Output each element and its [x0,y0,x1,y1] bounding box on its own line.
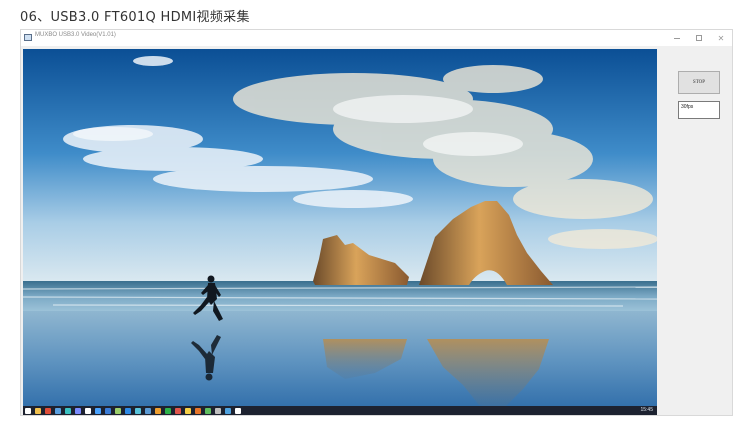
app-window: MUXBO USB3.0 Video(V1.01) ✕ 15:45 STOP 3… [20,29,733,416]
app-icon[interactable] [205,407,211,414]
minimize-button[interactable] [666,30,688,46]
app-icon[interactable] [135,407,141,414]
app-icon[interactable] [75,407,81,414]
app-icon[interactable] [145,407,151,414]
app-icon[interactable] [195,407,201,414]
app-icon[interactable] [85,407,91,414]
maximize-button[interactable] [688,30,710,46]
close-icon: ✕ [717,33,725,43]
app-icon[interactable] [125,407,131,414]
app-icon[interactable] [95,407,101,414]
app-icon[interactable] [235,407,241,414]
minimize-icon [674,37,680,39]
video-display: 15:45 [23,49,657,415]
app-icon[interactable] [55,407,61,414]
taskbar: 15:45 [23,406,657,415]
app-icon[interactable] [215,407,221,414]
window-title: MUXBO USB3.0 Video(V1.01) [35,32,116,38]
control-panel: STOP 30fps [659,46,732,415]
app-icon[interactable] [65,407,71,414]
maximize-icon [696,35,702,41]
scenic-beach-wallpaper [23,49,657,415]
app-window-icon [24,34,32,41]
page-heading: 06、USB3.0 FT601Q HDMI视频采集 [20,10,250,25]
stop-button[interactable]: STOP [678,71,720,94]
app-icon[interactable] [165,407,171,414]
explorer-icon[interactable] [35,407,41,414]
taskbar-clock: 15:45 [640,407,653,413]
app-icon[interactable] [185,407,191,414]
app-icon[interactable] [115,407,121,414]
app-icon[interactable] [155,407,161,414]
app-icon[interactable] [105,407,111,414]
windows-start-icon[interactable] [25,407,31,414]
app-icon[interactable] [225,407,231,414]
fps-display-field[interactable]: 30fps [678,101,720,119]
close-button[interactable]: ✕ [710,30,732,46]
app-icon[interactable] [175,407,181,414]
window-titlebar[interactable]: MUXBO USB3.0 Video(V1.01) ✕ [21,30,732,46]
browser-icon[interactable] [45,407,51,414]
